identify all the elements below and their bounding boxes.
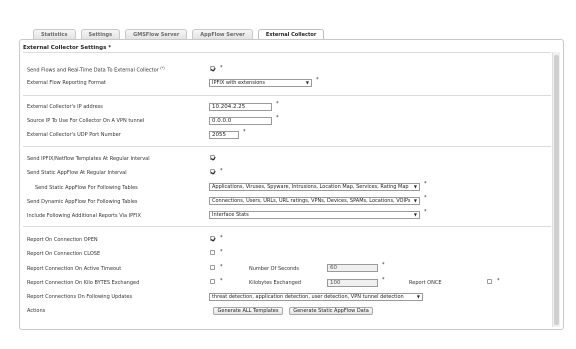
- generate-all-templates-button[interactable]: Generate ALL Templates: [213, 307, 283, 315]
- tab-settings[interactable]: Settings: [80, 29, 121, 39]
- required-mark: *: [424, 195, 427, 201]
- divider: [23, 52, 551, 53]
- required-mark: *: [220, 249, 223, 255]
- report-format-select[interactable]: IPFIX with extensions ▼: [209, 79, 312, 87]
- required-mark: *: [220, 168, 223, 174]
- tab-appflow-server[interactable]: AppFlow Server: [192, 29, 253, 39]
- seconds-input[interactable]: 60: [327, 264, 378, 272]
- report-open-checkbox[interactable]: [210, 236, 215, 241]
- additional-reports-label: Include Following Additional Reports Via…: [27, 213, 141, 219]
- active-timeout-label: Report Connection On Active Timeout: [27, 266, 122, 272]
- following-updates-select[interactable]: threat detection, application detection,…: [209, 293, 423, 301]
- collector-ip-input[interactable]: 10.204.2.25: [209, 103, 272, 111]
- chevron-down-icon: ▼: [413, 184, 417, 189]
- required-mark: *: [220, 278, 223, 284]
- additional-reports-value: Interface Stats: [212, 212, 249, 218]
- tab-statistics[interactable]: Statistics: [33, 29, 76, 39]
- external-collector-panel: External Collector Settings * Send Flows …: [19, 39, 564, 330]
- report-close-label: Report On Connection CLOSE: [27, 251, 101, 257]
- required-mark: *: [382, 262, 385, 268]
- source-ip-input[interactable]: 0.0.0.0: [209, 117, 272, 125]
- report-once-label: Report ONCE: [409, 280, 442, 286]
- chevron-down-icon: ▼: [305, 80, 309, 85]
- divider: [23, 226, 551, 227]
- kilobytes-input[interactable]: 100: [327, 279, 378, 287]
- send-static-label: Send Static AppFlow At Regular Interval: [27, 170, 127, 176]
- source-ip-label: Source IP To Use For Collector On A VPN …: [27, 118, 145, 124]
- required-mark: *: [424, 181, 427, 187]
- panel-title-text: External Collector Settings: [23, 45, 107, 51]
- send-static-checkbox[interactable]: [210, 169, 215, 174]
- chevron-down-icon: ▼: [416, 294, 420, 299]
- additional-reports-select[interactable]: Interface Stats ▼: [209, 211, 420, 219]
- divider: [23, 95, 551, 96]
- following-updates-label: Report Connections On Following Updates: [27, 294, 133, 300]
- kilo-bytes-label: Report Connection On Kilo BYTES Exchange…: [27, 280, 140, 286]
- required-mark: *: [497, 278, 500, 284]
- panel-title-mark: *: [108, 45, 112, 51]
- required-mark: *: [424, 209, 427, 215]
- kilo-bytes-checkbox[interactable]: [210, 279, 215, 284]
- report-format-value: IPFIX with extensions: [212, 80, 266, 86]
- report-once-checkbox[interactable]: [487, 279, 492, 284]
- required-mark: *: [220, 235, 223, 241]
- dynamic-tables-value: Connections, Users, URLs, URL ratings, V…: [212, 198, 411, 204]
- chevron-down-icon: ▼: [413, 198, 417, 203]
- vertical-scrollbar[interactable]: [552, 52, 560, 327]
- dynamic-tables-select[interactable]: Connections, Users, URLs, URL ratings, V…: [209, 197, 420, 205]
- udp-port-label: External Collector's UDP Port Number: [27, 132, 121, 138]
- required-mark: *: [276, 101, 279, 107]
- actions-label: Actions: [27, 308, 46, 314]
- scrollbar-thumb[interactable]: [554, 55, 559, 325]
- chevron-down-icon: ▼: [413, 212, 417, 217]
- static-tables-label: Send Static AppFlow For Following Tables: [35, 185, 138, 191]
- tab-gmsflow-server[interactable]: GMSFlow Server: [125, 29, 188, 39]
- seconds-label: Number Of Seconds: [249, 266, 299, 272]
- required-mark: *: [220, 264, 223, 270]
- required-mark: *: [382, 277, 385, 283]
- send-templates-label: Send IPFIX/Netflow Templates At Regular …: [27, 156, 150, 162]
- send-flows-superscript: (*): [160, 66, 165, 70]
- required-mark: *: [243, 129, 246, 135]
- send-templates-checkbox[interactable]: [210, 155, 215, 160]
- divider: [23, 146, 551, 147]
- generate-static-appflow-button[interactable]: Generate Static AppFlow Data: [289, 307, 373, 315]
- kilobytes-label: Kilobytes Exchanged: [249, 280, 302, 286]
- send-flows-label-text: Send Flows and Real-Time Data To Externa…: [27, 67, 159, 74]
- panel-title: External Collector Settings *: [23, 45, 111, 51]
- send-flows-checkbox[interactable]: [210, 66, 215, 71]
- report-open-label: Report On Connection OPEN: [27, 237, 98, 243]
- dynamic-tables-label: Send Dynamic AppFlow For Following Table…: [27, 199, 138, 205]
- required-mark: *: [220, 65, 223, 71]
- collector-ip-label: External Collector's IP address: [27, 104, 103, 110]
- following-updates-value: threat detection, application detection,…: [212, 294, 404, 300]
- tab-bar: Statistics Settings GMSFlow Server AppFl…: [33, 29, 325, 40]
- active-timeout-checkbox[interactable]: [210, 265, 215, 270]
- static-tables-value: Applications, Viruses, Spyware, Intrusio…: [212, 184, 409, 190]
- report-close-checkbox[interactable]: [210, 250, 215, 255]
- send-flows-label: Send Flows and Real-Time Data To Externa…: [27, 66, 165, 74]
- required-mark: *: [316, 77, 319, 83]
- required-mark: *: [276, 115, 279, 121]
- static-tables-select[interactable]: Applications, Viruses, Spyware, Intrusio…: [209, 183, 420, 191]
- report-format-label: External Flow Reporting Format: [27, 80, 106, 86]
- udp-port-input[interactable]: 2055: [209, 131, 239, 139]
